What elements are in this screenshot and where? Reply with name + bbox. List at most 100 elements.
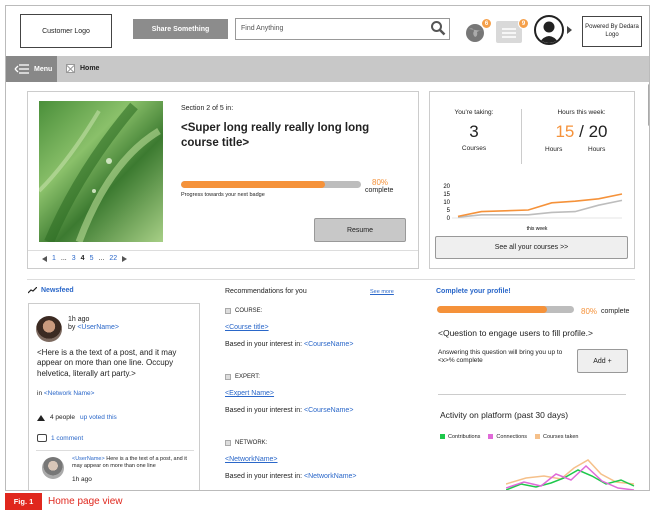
post-network: in <Network Name>: [37, 390, 95, 397]
pager-ellipsis: ...: [60, 255, 67, 262]
chart-ytick-label: 0: [447, 216, 451, 222]
resume-button[interactable]: Resume: [314, 218, 406, 242]
page-link[interactable]: 22: [109, 255, 117, 262]
progress-caption: Progress towards your next badge: [181, 192, 265, 198]
legend-courses-taken: Courses taken: [535, 434, 578, 440]
section-divider: [27, 279, 635, 280]
chart-ytick-label: 20: [443, 184, 450, 190]
hours-done: 15: [555, 122, 575, 141]
rec-based-on: Based in your interest in: <CourseName>: [225, 407, 354, 414]
legend-contributions: Contributions: [440, 434, 480, 440]
nav-bar: [6, 56, 649, 82]
trend-icon: [28, 287, 37, 294]
user-avatar[interactable]: [534, 15, 564, 45]
course-progress-percent: 80%: [372, 178, 389, 187]
post-time: 1h ago: [68, 316, 90, 323]
rec-based-link[interactable]: <NetworkName>: [304, 473, 357, 480]
next-page-icon[interactable]: [122, 255, 128, 262]
course-image[interactable]: [37, 101, 163, 244]
comment-divider: [36, 450, 194, 451]
profile-divider: [438, 394, 626, 395]
hours-unit: Hours: [588, 146, 606, 153]
course-title[interactable]: <Super long really really long long cour…: [181, 121, 381, 151]
rec-course-link[interactable]: <Course title>: [225, 324, 269, 331]
app-frame: Customer Logo Share Something Find Anyth…: [5, 5, 650, 491]
see-all-courses-button[interactable]: See all your courses >>: [435, 236, 628, 259]
profile-question: <Question to engage users to fill profil…: [438, 328, 593, 338]
figure-label: Fig. 1: [5, 493, 42, 510]
activity-chart: [506, 459, 635, 490]
current-page: 4: [80, 255, 85, 262]
share-something-button[interactable]: Share Something: [133, 19, 228, 39]
complete-profile-title[interactable]: Complete your profile!: [436, 288, 511, 295]
network-type-icon: [225, 440, 231, 446]
post-votes: 4 people up voted this: [37, 414, 117, 421]
rec-type-network: NETWORK:: [225, 440, 267, 446]
profile-progress-percent: 80%: [581, 307, 598, 316]
chart-ytick-label: 15: [443, 192, 450, 198]
hours-chart: 20 15 10 5 0 this week: [443, 184, 623, 232]
hamburger-icon: [14, 64, 29, 74]
rec-based-on: Based in your interest in: <NetworkName>: [225, 473, 357, 480]
hours-goal: 20: [588, 122, 608, 141]
menu-button[interactable]: Menu: [6, 56, 57, 82]
search-icon[interactable]: [430, 20, 446, 36]
upvote-icon[interactable]: [37, 414, 45, 421]
rec-based-link[interactable]: <CourseName>: [304, 407, 353, 414]
legend-connections: Connections: [488, 434, 527, 440]
chart-ytick-label: 5: [447, 208, 451, 214]
commenter-avatar[interactable]: [42, 457, 64, 479]
page-link[interactable]: 3: [72, 255, 76, 262]
commenter-link[interactable]: <UserName>: [72, 456, 105, 462]
customer-logo[interactable]: Customer Logo: [20, 14, 112, 48]
close-icon[interactable]: [66, 64, 75, 73]
activity-legend: Contributions Connections Courses taken: [440, 434, 578, 440]
post-network-link[interactable]: <Network Name>: [44, 390, 95, 397]
post-author-avatar[interactable]: [36, 316, 62, 342]
newsfeed-header[interactable]: Newsfeed: [28, 287, 74, 294]
course-section-label: Section 2 of 5 in:: [181, 105, 234, 112]
post-author-link[interactable]: <UserName>: [77, 324, 119, 331]
profile-complete-label: complete: [601, 308, 630, 315]
post-text: <Here is a the text of a post, and it ma…: [37, 348, 177, 378]
rec-network-link[interactable]: <NetworkName>: [225, 456, 278, 463]
upvoted-link[interactable]: up voted this: [80, 414, 117, 421]
page-link[interactable]: 1: [52, 255, 56, 262]
course-complete-label: complete: [365, 187, 394, 194]
powered-by-logo: Powered By Dedara Logo: [582, 16, 642, 47]
hours-slash: /: [579, 122, 584, 141]
caret-right-icon[interactable]: [567, 26, 572, 34]
profile-question-desc: Answering this question will bring you u…: [438, 349, 563, 365]
breadcrumb-home[interactable]: Home: [66, 64, 99, 73]
taking-label: You're taking:: [454, 109, 494, 116]
search-input[interactable]: Find Anything: [235, 18, 450, 40]
see-more-link[interactable]: See more: [370, 289, 394, 295]
rec-type-expert: EXPERT:: [225, 374, 260, 380]
activity-title: Activity on platform (past 30 days): [440, 410, 569, 420]
add-button[interactable]: Add +: [577, 349, 628, 373]
rec-based-link[interactable]: <CourseName>: [304, 341, 353, 348]
comment-icon: [37, 434, 47, 442]
messages-badge: 9: [518, 18, 529, 29]
notifications-badge: 6: [481, 18, 492, 29]
scrollbar-thumb[interactable]: [648, 84, 649, 126]
course-progress-fill: [181, 181, 325, 188]
chart-series-line: [457, 199, 623, 218]
chart-xlabel: this week: [527, 226, 548, 232]
stats-divider: [521, 109, 522, 164]
comment-text: <UserName> Here is a the text of a post,…: [72, 456, 187, 470]
rec-based-on: Based in your interest in: <CourseName>: [225, 341, 354, 348]
profile-progress-bar: [437, 306, 574, 313]
rec-expert-link[interactable]: <Expert Name>: [225, 390, 274, 397]
profile-progress-fill: [437, 306, 547, 313]
rec-type-course: COURSE:: [225, 308, 262, 314]
page-link[interactable]: 5: [90, 255, 94, 262]
hours-label: Hours this week:: [557, 109, 606, 116]
prev-page-icon[interactable]: [42, 255, 47, 262]
course-pager: 1 ... 3 4 5 ... 22: [28, 250, 418, 262]
post-comments[interactable]: 1 comment: [37, 434, 83, 442]
hours-unit: Hours: [545, 146, 563, 153]
chart-ytick-label: 10: [443, 200, 450, 206]
course-type-icon: [225, 308, 231, 314]
course-progress-bar: [181, 181, 361, 188]
